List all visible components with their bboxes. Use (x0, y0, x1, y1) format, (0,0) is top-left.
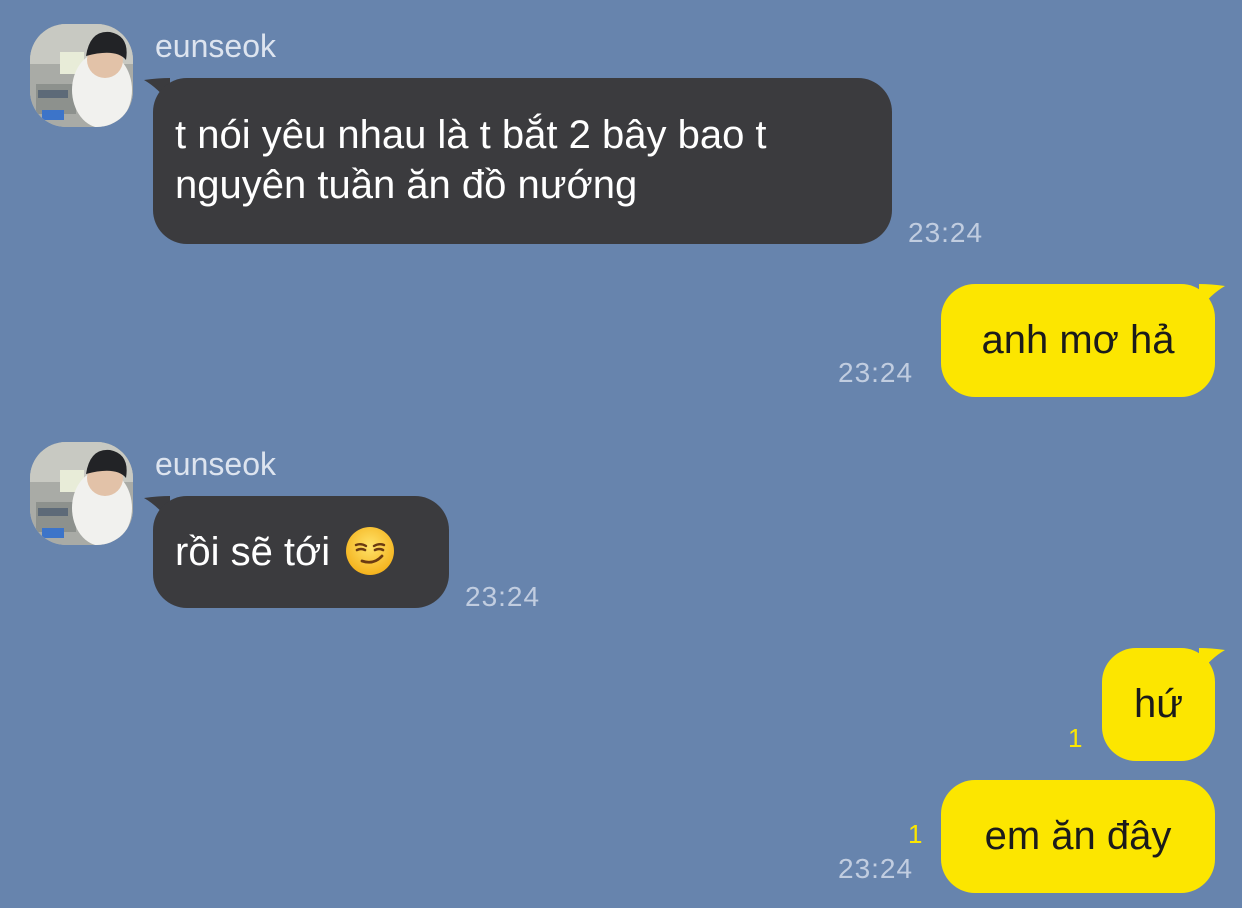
message-text-line: t nói yêu nhau là t bắt 2 bây bao t (175, 113, 767, 157)
message-timestamp: 23:24 (838, 853, 914, 884)
message-timestamp: 23:24 (838, 357, 914, 388)
avatar-photo-icon (30, 442, 133, 545)
sender-name: eunseok (155, 446, 276, 482)
message-text-line: nguyên tuần ăn đồ nướng (175, 163, 638, 207)
sender-name: eunseok (155, 28, 276, 64)
avatar[interactable] (30, 442, 133, 545)
avatar[interactable] (30, 24, 133, 127)
message-timestamp: 23:24 (465, 581, 541, 612)
chat-view: eunseok t nói yêu nhau là t bắt 2 bây ba… (0, 0, 1242, 908)
message-timestamp: 23:24 (908, 217, 984, 248)
message-text: rồi sẽ tới (175, 530, 331, 574)
bubble-tail-icon (1199, 648, 1225, 674)
unread-count-badge: 1 (1068, 723, 1083, 753)
message-bubble-outgoing[interactable]: anh mơ hả (941, 284, 1215, 397)
message-bubble-incoming[interactable]: rồi sẽ tới (153, 496, 449, 608)
message-bubble-incoming[interactable]: t nói yêu nhau là t bắt 2 bây bao t nguy… (153, 78, 892, 244)
unread-count-badge: 1 (908, 819, 923, 849)
avatar-photo-icon (30, 24, 133, 127)
smirking-face-icon (346, 527, 395, 575)
bubble-tail-icon (1199, 284, 1225, 310)
message-bubble-outgoing[interactable]: em ăn đây (941, 780, 1215, 893)
